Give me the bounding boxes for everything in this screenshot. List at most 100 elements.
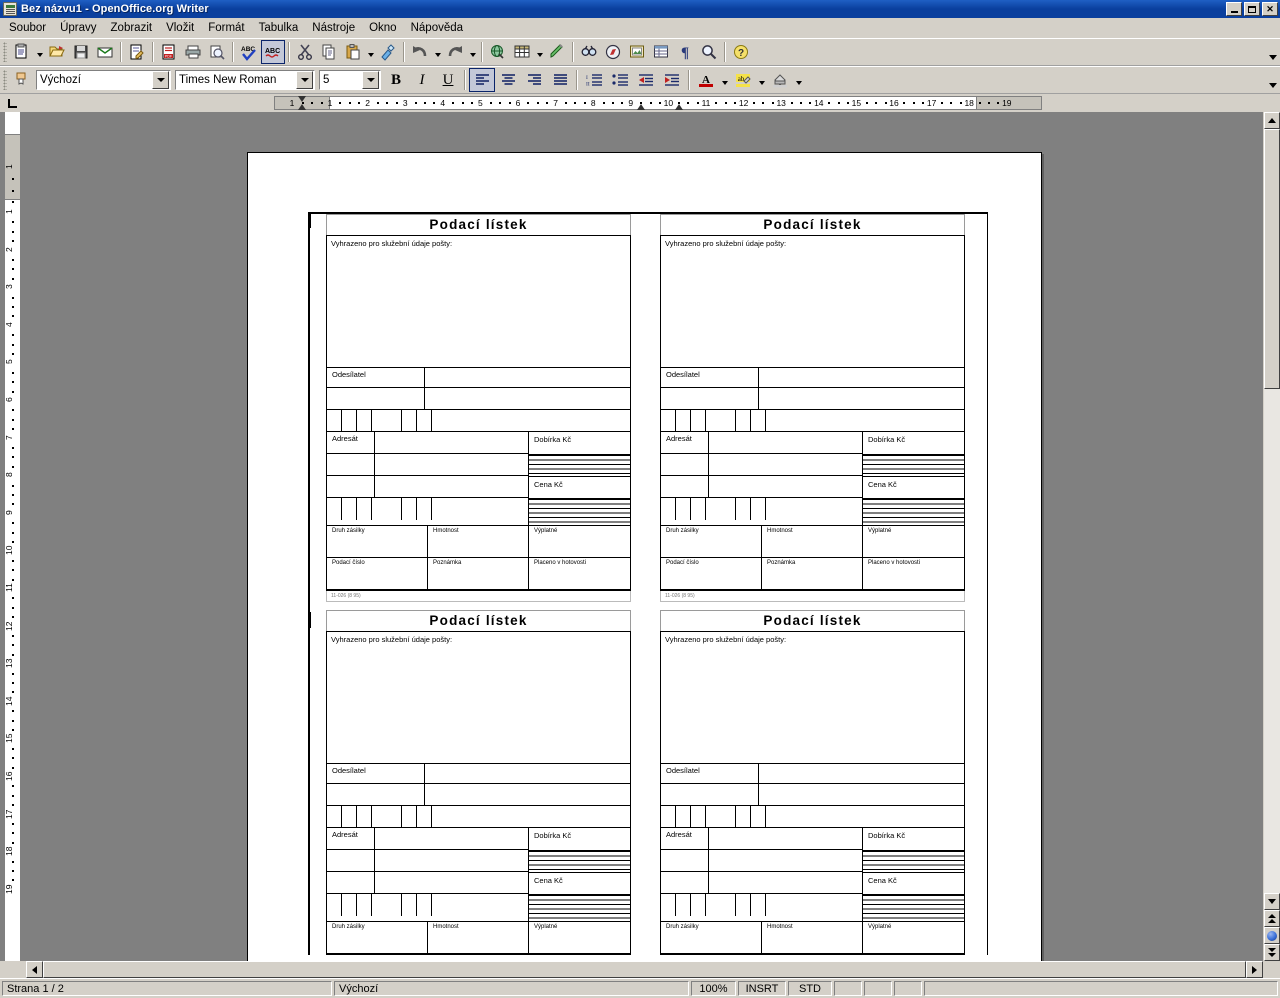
sender-row2-right[interactable] (425, 388, 630, 409)
formatting-marks-icon[interactable]: ¶ (673, 40, 697, 64)
navigator-icon[interactable] (601, 40, 625, 64)
sender-row[interactable]: Odesílatel (661, 368, 964, 388)
sender-row[interactable]: Odesílatel (327, 764, 630, 784)
menu-upravy[interactable]: Úpravy (53, 20, 103, 36)
sender-postcode-boxes[interactable] (661, 806, 964, 828)
zoom-icon[interactable] (697, 40, 721, 64)
status-zoom[interactable]: 100% (691, 981, 736, 996)
autospellcheck-icon[interactable]: ABC (261, 40, 285, 64)
clone-formatting-icon[interactable] (376, 40, 400, 64)
font-color-dropdown-arrow[interactable] (719, 68, 730, 92)
sender-field[interactable] (425, 764, 630, 783)
spelling-check-icon[interactable]: ABC (237, 40, 261, 64)
menu-zobrazit[interactable]: Zobrazit (104, 20, 160, 36)
formatting-toolbar-overflow-button[interactable] (1266, 68, 1280, 92)
menu-soubor[interactable]: Soubor (2, 20, 53, 36)
addressee-row-3[interactable] (327, 872, 528, 894)
status-digital-signature[interactable] (864, 981, 892, 996)
form-bottom-right[interactable]: Podací lístek Vyhrazeno pro služební úda… (660, 610, 965, 955)
find-replace-icon[interactable] (577, 40, 601, 64)
menu-napoveda[interactable]: Nápověda (404, 20, 470, 36)
font-name-combo[interactable]: Times New Roman (175, 70, 315, 90)
maximize-button[interactable] (1244, 2, 1260, 16)
insert-table-dropdown-arrow[interactable] (534, 40, 545, 64)
vertical-scroll-track[interactable] (1264, 129, 1280, 893)
posting-row[interactable]: Podací číslo Poznámka Placeno v hotovost… (327, 558, 630, 590)
italic-button[interactable]: I (409, 68, 435, 92)
addressee-postcode-boxes[interactable] (661, 894, 862, 916)
numbering-on-off-button[interactable]: I II (581, 68, 607, 92)
background-color-button[interactable] (767, 68, 793, 92)
addressee-row-1[interactable]: Adresát (327, 828, 528, 850)
redo-dropdown-arrow[interactable] (467, 40, 478, 64)
font-color-button[interactable]: A (693, 68, 719, 92)
standard-toolbar-overflow-button[interactable] (1266, 40, 1280, 64)
bullets-on-off-button[interactable] (607, 68, 633, 92)
first-line-indent-marker[interactable] (675, 96, 684, 110)
vertical-scroll-thumb[interactable] (1264, 129, 1280, 389)
previous-page-icon[interactable] (1264, 910, 1280, 927)
document-canvas[interactable]: Podací lístek Vyhrazeno pro služební úda… (26, 112, 1263, 961)
price-value-lines[interactable] (529, 498, 630, 525)
addressee-postcode-boxes[interactable] (661, 498, 862, 520)
shipment-row[interactable]: Druh zásilky Hmotnost Výplatné (661, 922, 964, 954)
toolbar-grip[interactable] (3, 42, 7, 62)
minimize-button[interactable] (1226, 2, 1242, 16)
horizontal-scroll-thumb[interactable] (43, 961, 1246, 978)
sender-postcode-boxes[interactable] (327, 410, 630, 432)
insert-table-icon[interactable] (510, 40, 534, 64)
horizontal-scrollbar[interactable] (26, 961, 1263, 978)
redo-icon[interactable] (443, 40, 467, 64)
cod-value-lines[interactable] (529, 454, 630, 476)
set-paragraph-style-icon[interactable] (10, 68, 34, 92)
increase-indent-button[interactable] (659, 68, 685, 92)
left-indent-marker[interactable] (298, 96, 307, 110)
addressee-row-3[interactable] (661, 476, 862, 498)
align-center-button[interactable] (495, 68, 521, 92)
addressee-row-1[interactable]: Adresát (661, 828, 862, 850)
send-email-icon[interactable] (93, 40, 117, 64)
addressee-field[interactable] (375, 432, 528, 453)
addressee-row-2[interactable] (661, 454, 862, 476)
sender-row-2[interactable] (661, 784, 964, 806)
data-sources-icon[interactable] (649, 40, 673, 64)
status-insert-mode[interactable]: INSRT (738, 981, 786, 996)
form-sheet[interactable]: Podací lístek Vyhrazeno pro služební úda… (308, 212, 988, 955)
new-document-icon[interactable] (10, 40, 34, 64)
shipment-row[interactable]: Druh zásilky Hmotnost Výplatné (661, 526, 964, 558)
reserved-area[interactable]: Vyhrazeno pro služební údaje pošty: (661, 632, 964, 764)
vertical-scrollbar[interactable] (1263, 112, 1280, 961)
addressee-postcode-boxes[interactable] (327, 498, 528, 520)
justified-button[interactable] (547, 68, 573, 92)
addressee-row-3[interactable] (661, 872, 862, 894)
addressee-postcode-boxes[interactable] (327, 894, 528, 916)
print-file-icon[interactable] (181, 40, 205, 64)
menu-nastroje[interactable]: Nástroje (305, 20, 362, 36)
sender-row-2[interactable] (327, 784, 630, 806)
font-size-combo[interactable]: 5 (319, 70, 381, 90)
shipment-row[interactable]: Druh zásilky Hmotnost Výplatné (327, 922, 630, 954)
font-name-dropdown-arrow[interactable] (296, 71, 313, 89)
next-page-icon[interactable] (1264, 944, 1280, 961)
decrease-indent-button[interactable] (633, 68, 659, 92)
open-document-icon[interactable] (45, 40, 69, 64)
close-button[interactable]: ✕ (1262, 2, 1278, 16)
paragraph-style-dropdown-arrow[interactable] (152, 71, 169, 89)
reserved-area[interactable]: Vyhrazeno pro služební údaje pošty: (327, 632, 630, 764)
insert-hyperlink-icon[interactable] (486, 40, 510, 64)
status-selection-mode[interactable]: STD (788, 981, 832, 996)
formatting-toolbar-grip[interactable] (3, 70, 7, 90)
menu-format[interactable]: Formát (201, 20, 251, 36)
highlighting-dropdown-arrow[interactable] (756, 68, 767, 92)
reserved-area[interactable]: Vyhrazeno pro služební údaje pošty: (327, 236, 630, 368)
edit-file-icon[interactable] (125, 40, 149, 64)
right-indent-marker[interactable] (637, 96, 646, 110)
form-top-left[interactable]: Podací lístek Vyhrazeno pro služební úda… (326, 214, 631, 602)
scroll-up-button[interactable] (1264, 112, 1280, 129)
shipment-row[interactable]: Druh zásilky Hmotnost Výplatné (327, 526, 630, 558)
sender-postcode-boxes[interactable] (661, 410, 964, 432)
addressee-row-3[interactable] (327, 476, 528, 498)
sender-row2-left[interactable] (327, 388, 425, 409)
form-bottom-left[interactable]: Podací lístek Vyhrazeno pro služební úda… (326, 610, 631, 955)
addressee-row-1[interactable]: Adresát (327, 432, 528, 454)
